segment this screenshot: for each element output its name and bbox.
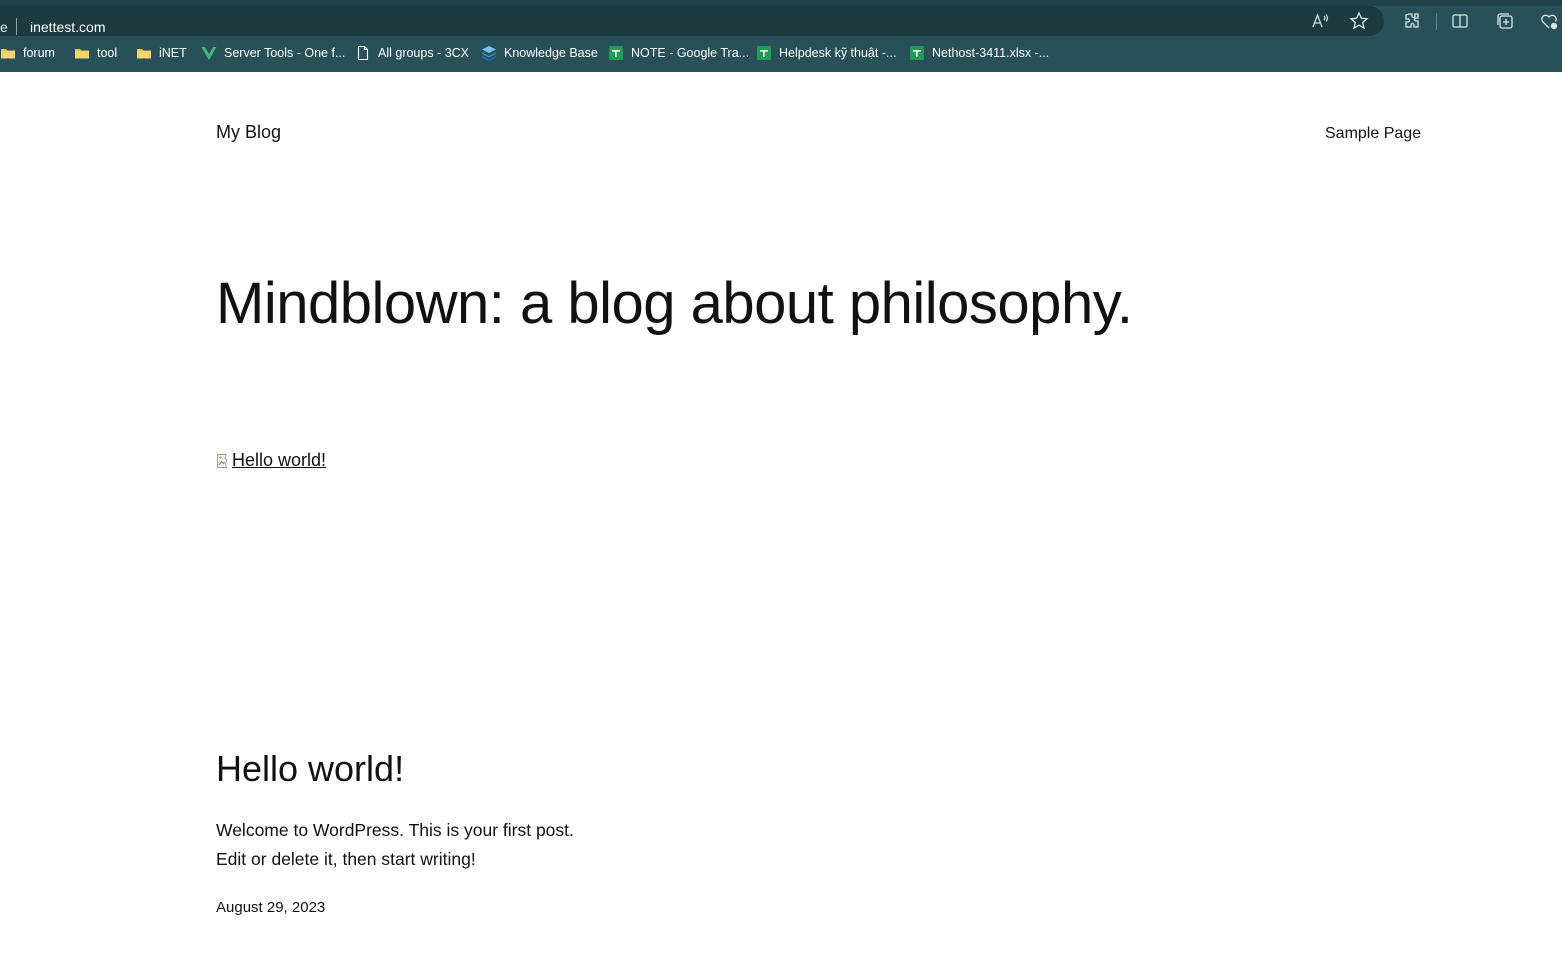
bookmark-label: Nethost-3411.xlsx -... <box>932 46 1050 60</box>
bookmark-label: Server Tools - One f... <box>224 46 346 60</box>
folder-icon <box>137 49 151 59</box>
featured-image-alt-link[interactable]: Hello world! <box>232 450 326 471</box>
bookmark-inet[interactable]: iNET <box>136 41 187 65</box>
collections-icon[interactable] <box>1494 10 1516 32</box>
post-title-link[interactable]: Hello world! <box>216 748 404 790</box>
bookmark-knowledge-base[interactable]: Knowledge Base <box>481 41 598 65</box>
bookmark-label: Helpdesk kỹ thuật -... <box>779 46 897 60</box>
featured-image-broken[interactable]: Hello world! <box>216 450 326 471</box>
folder-icon <box>1 49 15 59</box>
site-title-link[interactable]: My Blog <box>216 122 281 143</box>
excerpt-line: Edit or delete it, then start writing! <box>216 849 476 869</box>
copilot-heart-icon[interactable] <box>1538 10 1560 32</box>
bookmark-label: Knowledge Base <box>504 46 598 60</box>
bookmark-server-tools[interactable]: Server Tools - One f... <box>201 41 345 65</box>
page-icon <box>357 45 369 61</box>
address-separator <box>16 18 17 35</box>
bookmarks-bar: forum tool iNET Server Tools - One f... … <box>0 41 1562 65</box>
bookmark-label: iNET <box>159 46 187 60</box>
sheets-icon <box>757 46 771 60</box>
bookmark-3cx[interactable]: All groups - 3CX <box>355 41 469 65</box>
v-logo-icon <box>201 47 217 60</box>
address-prefix-text: e <box>0 19 8 35</box>
sheets-icon <box>910 46 924 60</box>
folder-icon <box>75 49 89 59</box>
browser-chrome: e inettest.com forum tool iNET Server To… <box>0 0 1562 72</box>
bookmark-forum[interactable]: forum <box>0 41 55 65</box>
post-excerpt: Welcome to WordPress. This is your first… <box>216 816 574 874</box>
read-aloud-icon[interactable] <box>1309 10 1331 32</box>
sheets-icon <box>609 46 623 60</box>
toolbar-divider <box>1436 13 1437 30</box>
bookmark-label: All groups - 3CX <box>378 46 470 60</box>
bookmark-tool[interactable]: tool <box>74 41 117 65</box>
nav-sample-page-link[interactable]: Sample Page <box>1325 125 1421 143</box>
bookmark-label: tool <box>97 46 118 60</box>
address-url[interactable]: inettest.com <box>30 19 105 35</box>
post-date[interactable]: August 29, 2023 <box>216 899 325 916</box>
excerpt-line: Welcome to WordPress. This is your first… <box>216 820 574 840</box>
bookmark-nethost[interactable]: Nethost-3411.xlsx -... <box>909 41 1049 65</box>
address-bar[interactable]: e inettest.com <box>0 6 1384 36</box>
extensions-icon[interactable] <box>1401 10 1423 32</box>
hero-heading: Mindblown: a blog about philosophy. <box>216 271 1133 336</box>
bookmark-label: forum <box>23 46 55 60</box>
bookmark-label: NOTE - Google Tra... <box>631 46 750 60</box>
bookmark-note-google[interactable]: NOTE - Google Tra... <box>608 41 749 65</box>
stack-icon <box>482 46 496 61</box>
favorite-star-icon[interactable] <box>1348 10 1370 32</box>
broken-image-icon <box>217 453 228 468</box>
bookmark-helpdesk[interactable]: Helpdesk kỹ thuật -... <box>756 41 896 65</box>
split-screen-icon[interactable] <box>1449 10 1471 32</box>
